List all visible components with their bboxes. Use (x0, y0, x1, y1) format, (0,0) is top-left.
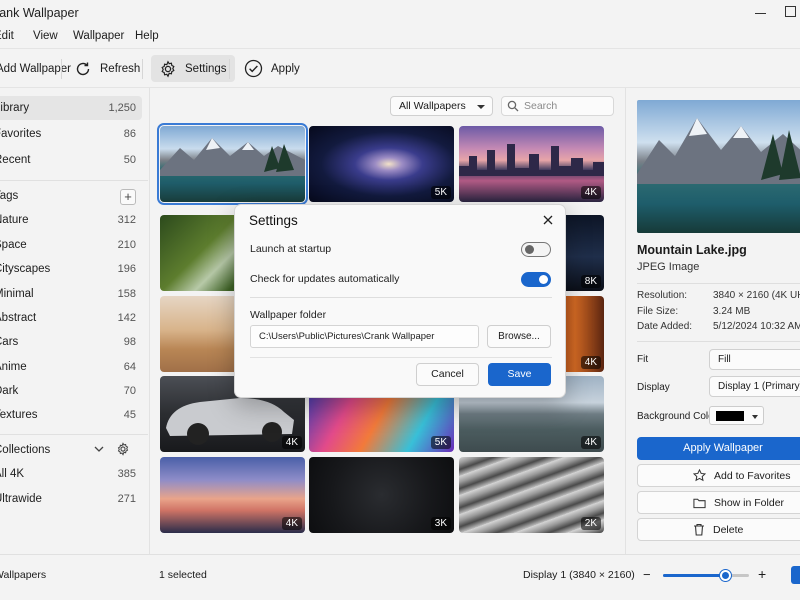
dialog-divider (250, 297, 552, 298)
close-icon[interactable] (541, 213, 555, 227)
modal-overlay: Settings Launch at startup Check for upd… (0, 0, 800, 600)
toggle-knob (525, 245, 534, 254)
toggle-knob (539, 275, 548, 284)
browse-button[interactable]: Browse... (487, 325, 551, 348)
check-updates-toggle[interactable] (521, 272, 551, 287)
wallpaper-folder-label: Wallpaper folder (250, 309, 327, 321)
settings-dialog: Settings Launch at startup Check for upd… (234, 204, 566, 398)
wallpaper-folder-field[interactable] (250, 325, 479, 348)
dialog-title: Settings (249, 213, 298, 228)
cancel-button[interactable]: Cancel (416, 363, 479, 386)
save-button[interactable]: Save (488, 363, 551, 386)
check-updates-label: Check for updates automatically (250, 273, 400, 285)
launch-at-startup-toggle[interactable] (521, 242, 551, 257)
dialog-divider (250, 357, 552, 358)
launch-at-startup-label: Launch at startup (250, 243, 332, 255)
